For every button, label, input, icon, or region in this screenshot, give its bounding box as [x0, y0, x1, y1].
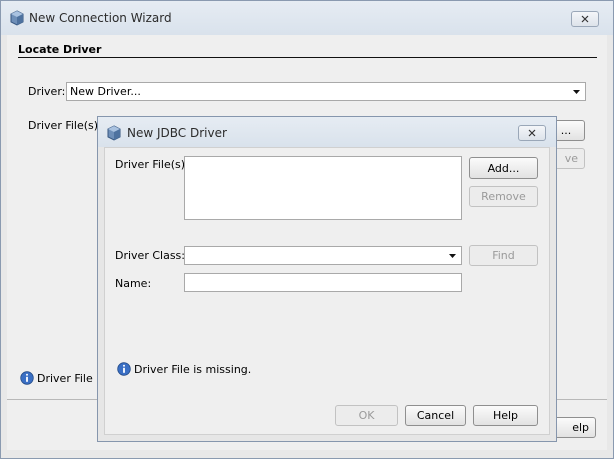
dialog-titlebar[interactable]: New JDBC Driver — [98, 117, 556, 147]
cube-icon — [10, 10, 24, 26]
cancel-button-label: Cancel — [416, 409, 455, 422]
chevron-down-icon — [449, 254, 456, 258]
add-button[interactable]: Add... — [469, 157, 538, 179]
find-button-label: Find — [492, 249, 515, 262]
help-button-label: Help — [492, 409, 519, 422]
info-icon — [117, 362, 131, 376]
new-jdbc-driver-dialog: New JDBC Driver Driver File(s): Add... R… — [97, 116, 557, 442]
help-button[interactable]: Help — [473, 405, 538, 426]
driver-files-label: Driver File(s): — [115, 158, 189, 171]
section-divider — [18, 57, 597, 58]
remove-button[interactable]: Remove — [469, 186, 538, 207]
section-title: Locate Driver — [18, 43, 102, 56]
find-button[interactable]: Find — [469, 245, 538, 266]
driver-class-dropdown[interactable] — [184, 246, 462, 265]
wizard-titlebar[interactable]: New Connection Wizard — [1, 1, 613, 35]
dialog-status-message: Driver File is missing. — [134, 363, 252, 376]
wizard-status-message: Driver File is — [37, 372, 106, 385]
driver-label: Driver: — [28, 85, 66, 98]
remove-button-label: Remove — [481, 190, 526, 203]
dialog-title: New JDBC Driver — [127, 126, 227, 140]
driver-files-label: Driver File(s): — [28, 119, 102, 132]
dialog-close-button[interactable] — [518, 125, 546, 141]
remove-button-label: ve — [564, 152, 578, 165]
add-button-label: ... — [560, 124, 572, 137]
cancel-button[interactable]: Cancel — [405, 405, 466, 426]
driver-files-list[interactable] — [184, 156, 462, 220]
wizard-help-label: elp — [572, 421, 589, 434]
chevron-down-icon — [573, 90, 580, 94]
driver-class-label: Driver Class: — [115, 249, 185, 262]
cube-icon — [107, 125, 121, 141]
wizard-close-button[interactable] — [571, 11, 599, 27]
name-label: Name: — [115, 277, 152, 290]
add-button-label: Add... — [487, 161, 520, 175]
dialog-content: Driver File(s): Add... Remove Driver Cla… — [104, 147, 550, 435]
wizard-help-button[interactable]: elp — [552, 417, 596, 438]
wizard-title: New Connection Wizard — [29, 11, 172, 25]
driver-dropdown[interactable]: New Driver... — [66, 82, 586, 101]
driver-dropdown-value: New Driver... — [70, 85, 141, 98]
name-input[interactable] — [184, 273, 462, 292]
close-icon — [528, 129, 536, 137]
ok-button[interactable]: OK — [335, 405, 398, 426]
info-icon — [20, 371, 34, 385]
close-icon — [581, 15, 589, 23]
ok-button-label: OK — [358, 409, 375, 422]
